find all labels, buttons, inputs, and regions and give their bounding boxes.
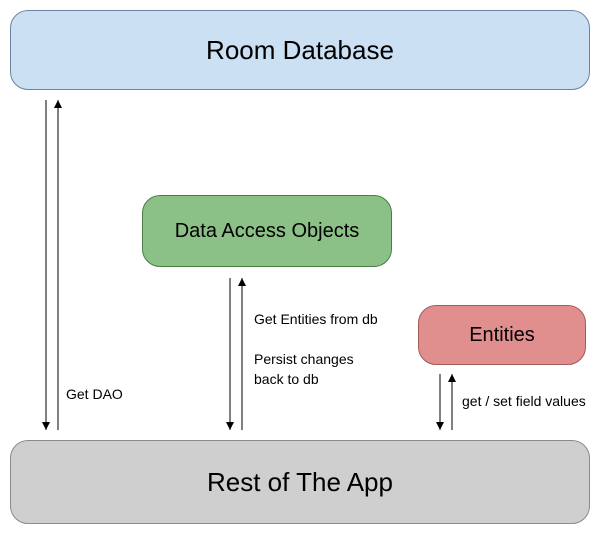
node-room-database: Room Database bbox=[10, 10, 590, 90]
node-entities-label: Entities bbox=[469, 324, 535, 347]
edge-label-get-entities: Get Entities from db bbox=[254, 310, 378, 330]
edge-label-persist: Persist changesback to db bbox=[254, 350, 354, 389]
node-rest-of-app-label: Rest of The App bbox=[207, 467, 393, 498]
node-rest-of-app: Rest of The App bbox=[10, 440, 590, 524]
edge-label-getset: get / set field values bbox=[462, 392, 586, 412]
node-dao: Data Access Objects bbox=[142, 195, 392, 267]
node-entities: Entities bbox=[418, 305, 586, 365]
node-dao-label: Data Access Objects bbox=[175, 220, 360, 243]
diagram-canvas: Room Database Data Access Objects Entiti… bbox=[0, 0, 600, 542]
edge-label-get-dao: Get DAO bbox=[66, 385, 123, 405]
node-room-database-label: Room Database bbox=[206, 35, 394, 66]
